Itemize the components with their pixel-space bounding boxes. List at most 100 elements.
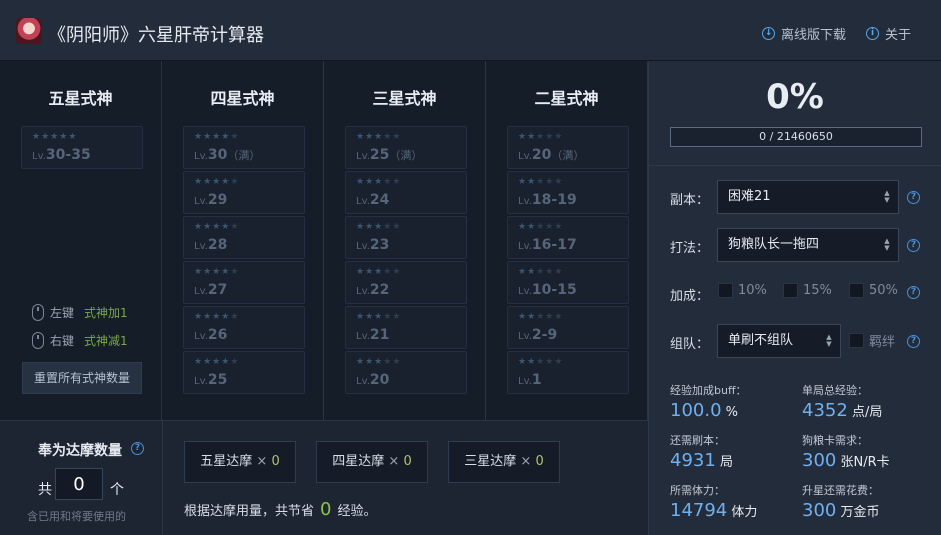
shikigami-card[interactable]: ★★★★★ Lv.26 xyxy=(183,306,305,349)
left-key-label: 左键 xyxy=(50,306,75,320)
star-rating-icon: ★★★★★ xyxy=(194,312,240,322)
offline-download-link[interactable]: ↓ 离线版下载 xyxy=(762,24,846,43)
progress-text: 0 / 21460650 xyxy=(759,130,833,143)
strategy-label: 打法： xyxy=(670,241,710,256)
star-rating-icon: ★★★★★ xyxy=(32,132,78,142)
stat-unit: % xyxy=(725,405,739,420)
stat-gold-cost: 升星还需花费： 300 万金币 xyxy=(802,479,880,521)
shikigami-card[interactable]: ★★★★★ Lv.25（满） xyxy=(345,126,467,169)
card-level: Lv.16-17 xyxy=(518,237,577,253)
help-icon[interactable]: ? xyxy=(131,442,144,455)
level-prefix: Lv. xyxy=(518,151,532,162)
checkbox-box xyxy=(718,283,733,298)
card-level: Lv.30-35 xyxy=(32,147,91,163)
bonus-15-checkbox[interactable]: 15% xyxy=(783,283,832,298)
star-rating-icon: ★★★★★ xyxy=(518,267,564,277)
stat-value: 300 xyxy=(802,500,837,521)
bonus-50-checkbox[interactable]: 50% xyxy=(849,283,898,298)
team-select[interactable]: 单刷不组队 ▲ ▼ xyxy=(717,324,841,358)
left-click-hint: 左键 式神加1 xyxy=(32,304,128,321)
fodder-button[interactable]: 五星达摩 × 0 xyxy=(184,441,296,483)
star-rating-icon: ★★★★★ xyxy=(518,177,564,187)
about-link[interactable]: i 关于 xyxy=(866,24,911,43)
fodder-button[interactable]: 三星达摩 × 0 xyxy=(448,441,560,483)
level-value: 1 xyxy=(531,372,542,388)
fodder-count-input[interactable] xyxy=(55,468,103,500)
dungeon-value: 困难21 xyxy=(728,189,771,204)
team-value: 单刷不组队 xyxy=(728,333,794,348)
bonus-10-checkbox[interactable]: 10% xyxy=(718,283,767,298)
shikigami-card[interactable]: ★★★★★ Lv.29 xyxy=(183,171,305,214)
level-prefix: Lv. xyxy=(518,196,532,207)
help-icon[interactable]: ? xyxy=(907,191,920,204)
card-level: Lv.2-9 xyxy=(518,327,557,343)
star-rating-icon: ★★★★★ xyxy=(356,312,402,322)
fodder-button-count: 0 xyxy=(403,454,412,469)
shikigami-card[interactable]: ★★★★★ Lv.21 xyxy=(345,306,467,349)
help-icon[interactable]: ? xyxy=(907,239,920,252)
card-level: Lv.20 xyxy=(356,372,389,388)
shikigami-card[interactable]: ★★★★★ Lv.28 xyxy=(183,216,305,259)
level-prefix: Lv. xyxy=(518,241,532,252)
shikigami-card[interactable]: ★★★★★ Lv.2-9 xyxy=(507,306,629,349)
fodder-title-text: 奉为达摩数量 xyxy=(38,443,122,459)
help-icon[interactable]: ? xyxy=(907,335,920,348)
fodder-button-count: 0 xyxy=(535,454,544,469)
fodder-button[interactable]: 四星达摩 × 0 xyxy=(316,441,428,483)
checkbox-box xyxy=(849,283,864,298)
shikigami-column: 二星式神 ★★★★★ Lv.20（满） ★★★★★ Lv.18-19 ★★★★★ Lv.16… xyxy=(486,61,648,420)
right-key-label: 右键 xyxy=(50,334,75,348)
card-level: Lv.20（满） xyxy=(518,147,584,163)
stat-unit: 万金币 xyxy=(840,505,880,520)
shikigami-card[interactable]: ★★★★★ Lv.22 xyxy=(345,261,467,304)
card-level: Lv.30（满） xyxy=(194,147,260,163)
card-level: Lv.27 xyxy=(194,282,227,298)
mouse-icon xyxy=(32,304,44,321)
star-rating-icon: ★★★★★ xyxy=(194,132,240,142)
level-value: 16-17 xyxy=(531,237,577,253)
level-value: 2-9 xyxy=(531,327,558,343)
level-prefix: Lv. xyxy=(194,376,208,387)
shikigami-card[interactable]: ★★★★★ Lv.30（满） xyxy=(183,126,305,169)
level-value: 24 xyxy=(369,192,390,208)
stat-unit: 体力 xyxy=(731,505,758,520)
fodder-button-label: 四星达摩 xyxy=(332,454,385,469)
strategy-value: 狗粮队长一拖四 xyxy=(728,237,820,252)
level-prefix: Lv. xyxy=(356,241,370,252)
star-rating-icon: ★★★★★ xyxy=(356,267,402,277)
app-logo xyxy=(16,18,42,44)
stat-total-exp: 单局总经验： 4352 点/局 xyxy=(802,379,882,421)
level-prefix: Lv. xyxy=(356,286,370,297)
help-icon[interactable]: ? xyxy=(907,286,920,299)
shikigami-card[interactable]: ★★★★★ Lv.18-19 xyxy=(507,171,629,214)
shikigami-card[interactable]: ★★★★★ Lv.25 xyxy=(183,351,305,394)
shikigami-card[interactable]: ★★★★★ Lv.27 xyxy=(183,261,305,304)
card-level: Lv.21 xyxy=(356,327,389,343)
column-title: 三星式神 xyxy=(372,89,437,108)
divider xyxy=(162,421,163,535)
shikigami-card[interactable]: ★★★★★ Lv.24 xyxy=(345,171,467,214)
select-arrows-icon: ▲ ▼ xyxy=(826,333,832,348)
saving-value: 0 xyxy=(320,499,332,520)
dungeon-select[interactable]: 困难21 ▲ ▼ xyxy=(717,180,899,214)
reset-all-button[interactable]: 重置所有式神数量 xyxy=(22,362,142,394)
strategy-select[interactable]: 狗粮队长一拖四 ▲ ▼ xyxy=(717,228,899,262)
app-title: 《阴阳师》六星肝帝计算器 xyxy=(48,25,264,46)
shikigami-card[interactable]: ★★★★★ Lv.1 xyxy=(507,351,629,394)
level-prefix: Lv. xyxy=(518,376,532,387)
about-label: 关于 xyxy=(885,28,912,43)
fodder-title: 奉为达摩数量 ? xyxy=(38,440,144,460)
shikigami-card[interactable]: ★★★★★ Lv.23 xyxy=(345,216,467,259)
shikigami-card[interactable]: ★★★★★ Lv.30-35 xyxy=(21,126,143,169)
select-arrows-icon: ▲ ▼ xyxy=(884,189,890,204)
bond-checkbox[interactable]: 羁绊 xyxy=(849,331,895,350)
shikigami-card[interactable]: ★★★★★ Lv.16-17 xyxy=(507,216,629,259)
shikigami-card[interactable]: ★★★★★ Lv.20 xyxy=(345,351,467,394)
fodder-panel: 奉为达摩数量 ? 共 个 含已用和将要使用的 五星达摩 × 0四星达摩 × 0三… xyxy=(0,420,648,535)
info-icon: i xyxy=(866,27,879,40)
shikigami-card[interactable]: ★★★★★ Lv.10-15 xyxy=(507,261,629,304)
shikigami-panel: 五星式神 ★★★★★ Lv.30-35 四星式神 ★★★★★ Lv.30（满） ★★★★★ L… xyxy=(0,61,648,420)
saving-text: 根据达摩用量，共节省 0 经验。 xyxy=(184,499,376,520)
right-action-label: 式神减1 xyxy=(84,334,128,348)
shikigami-card[interactable]: ★★★★★ Lv.20（满） xyxy=(507,126,629,169)
